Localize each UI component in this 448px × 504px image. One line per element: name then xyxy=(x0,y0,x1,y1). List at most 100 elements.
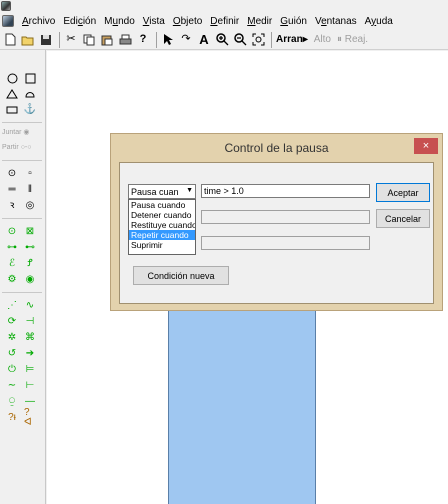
slider-control-icon[interactable]: ?ᐊ xyxy=(24,408,36,428)
square-point-element-icon[interactable]: ▫ xyxy=(24,168,36,180)
open-folder-icon[interactable] xyxy=(21,33,35,47)
toolbar-separator xyxy=(271,31,272,48)
keyed-slot-icon[interactable]: ⊷ xyxy=(24,242,36,254)
option-stop-when[interactable]: Detener cuando xyxy=(129,210,195,220)
linear-damper-icon[interactable]: ⊣ xyxy=(24,316,36,328)
square-tool-icon[interactable] xyxy=(24,72,36,84)
option-repeat-when[interactable]: Repetir cuando xyxy=(129,230,195,240)
option-restore-when[interactable]: Restituye cuando xyxy=(129,220,195,230)
split-icon: ○-○ xyxy=(20,144,32,151)
motor-icon[interactable]: ⊙ xyxy=(6,226,18,238)
power-icon[interactable]: ⏻ xyxy=(6,364,18,376)
dropdown-arrow-icon: ▼ xyxy=(186,187,193,194)
toolbar-separator xyxy=(156,31,157,48)
join-button[interactable]: Juntar ◉ xyxy=(2,128,30,136)
title-bar xyxy=(0,0,448,12)
option-delete[interactable]: Suprimir xyxy=(129,240,195,250)
palette-divider xyxy=(2,218,42,219)
polygon-tool-icon[interactable] xyxy=(6,88,18,100)
slot-joint-icon[interactable]: ⊶ xyxy=(6,242,18,254)
force-icon[interactable]: ⋰ xyxy=(6,300,18,312)
torque-icon[interactable]: ⟳ xyxy=(6,316,18,328)
menu-ventanas[interactable]: Ventanas xyxy=(311,16,361,27)
curved-tool-icon[interactable] xyxy=(24,88,36,100)
condition-input-3[interactable] xyxy=(201,236,370,250)
wave-icon[interactable]: ∼ xyxy=(6,380,18,392)
close-icon: × xyxy=(422,140,430,152)
rotation-arrow-icon[interactable]: ↺ xyxy=(6,348,18,360)
condition-type-dropdown: Pausa cuando Detener cuando Restituye cu… xyxy=(128,199,196,255)
toolbar: ✂ ? ↷ A Arran▸ Alto ⏸ Reaj. xyxy=(0,30,448,50)
palette-divider xyxy=(2,122,42,123)
zoom-in-icon[interactable] xyxy=(215,33,229,47)
spring-icon[interactable]: ꝛ xyxy=(6,200,18,212)
accept-button[interactable]: Aceptar xyxy=(376,183,430,202)
copy-icon[interactable] xyxy=(82,33,96,47)
palette-divider xyxy=(2,160,42,161)
cut-icon[interactable]: ✂ xyxy=(64,33,78,47)
zoom-fit-icon[interactable] xyxy=(251,33,265,47)
anchor-tool-icon[interactable]: ⚓ xyxy=(24,104,36,116)
condition-type-select[interactable]: Pausa cuan ▼ xyxy=(128,184,196,199)
new-file-icon[interactable] xyxy=(3,33,17,47)
select-arrow-icon[interactable] xyxy=(161,33,175,47)
point-element-icon[interactable]: ⊙ xyxy=(6,168,18,180)
separator-icon[interactable]: Ꝭ xyxy=(24,258,36,270)
menu-guion[interactable]: Guión xyxy=(276,16,311,27)
rope-icon[interactable]: ℰ xyxy=(6,258,18,270)
cancel-button[interactable]: Cancelar xyxy=(376,209,430,228)
play-icon: ▸ xyxy=(302,34,308,45)
circle-tool-icon[interactable] xyxy=(6,72,18,84)
menu-medir[interactable]: Medir xyxy=(243,16,276,27)
pulley-icon[interactable]: ◎ xyxy=(24,200,36,212)
toolbar-separator xyxy=(59,31,60,48)
new-condition-button[interactable]: Condición nueva xyxy=(133,266,229,285)
rectangle-body[interactable] xyxy=(168,309,316,504)
joint-icon[interactable]: ⌘ xyxy=(24,332,36,344)
button-control-icon[interactable]: ?ᵻ xyxy=(6,412,18,424)
menu-mundo[interactable]: Mundo xyxy=(100,16,139,27)
pause-control-dialog: Control de la pausa × Pausa cuan ▼ Pausa… xyxy=(110,133,443,311)
condition-input-2[interactable] xyxy=(201,210,370,224)
linear-arrow-icon[interactable]: ➔ xyxy=(24,348,36,360)
print-icon[interactable] xyxy=(118,33,132,47)
damper-icon[interactable]: ∿ xyxy=(24,300,36,312)
rotate-icon[interactable]: ↷ xyxy=(179,33,193,47)
text-tool-icon[interactable]: A xyxy=(197,33,211,47)
dialog-title: Control de la pausa xyxy=(224,141,329,155)
menu-ayuda[interactable]: Ayuda xyxy=(361,16,397,27)
tool-palette: ⚓ Juntar ◉ Partir ○-○ ⊙ ▫ ═ ‖ ꝛ ◎ ⊙ ⊠ ⊶ … xyxy=(0,50,46,504)
rotary-motor-icon[interactable]: ◉ xyxy=(24,274,36,286)
height-button[interactable]: Alto xyxy=(314,34,331,45)
run-button[interactable]: Arran▸ xyxy=(276,34,308,45)
menu-edicion[interactable]: Edición xyxy=(59,16,100,27)
rod-horizontal-icon[interactable]: ═ xyxy=(6,184,18,196)
condition-input-1[interactable]: time > 1.0 xyxy=(201,184,370,198)
menu-bar: Archivo Edición Mundo Vista Objeto Defin… xyxy=(0,12,448,30)
menu-archivo[interactable]: Archivo xyxy=(18,16,59,27)
rotational-spring-icon[interactable]: ✲ xyxy=(6,332,18,344)
wall-icon[interactable]: ⊢ xyxy=(24,380,36,392)
save-icon[interactable] xyxy=(39,33,53,47)
rod-vertical-icon[interactable]: ‖ xyxy=(24,184,36,196)
meter-icon[interactable]: ⍜ xyxy=(6,396,18,408)
app-icon[interactable] xyxy=(1,1,11,11)
close-button[interactable]: × xyxy=(414,138,438,154)
rectangle-tool-icon[interactable] xyxy=(6,104,18,116)
split-button[interactable]: Partir ○-○ xyxy=(2,144,31,151)
document-menu-icon[interactable] xyxy=(2,15,14,27)
menu-vista[interactable]: Vista xyxy=(139,16,169,27)
pause-bars-icon: ⏸ xyxy=(336,34,345,45)
menu-definir[interactable]: Definir xyxy=(206,16,243,27)
actuator-icon[interactable]: ⊠ xyxy=(24,226,36,238)
zoom-out-icon[interactable] xyxy=(233,33,247,47)
gear-icon[interactable]: ⚙ xyxy=(6,274,18,286)
option-pause-when[interactable]: Pausa cuando xyxy=(129,200,195,210)
spring-line-icon[interactable]: ⊨ xyxy=(24,364,36,376)
dialog-body: Pausa cuan ▼ Pausa cuando Detener cuando… xyxy=(119,162,434,304)
paste-icon[interactable] xyxy=(100,33,114,47)
help-icon[interactable]: ? xyxy=(136,33,150,47)
menu-objeto[interactable]: Objeto xyxy=(169,16,206,27)
palette-divider xyxy=(2,292,42,293)
reset-button[interactable]: ⏸ Reaj. xyxy=(337,34,368,45)
